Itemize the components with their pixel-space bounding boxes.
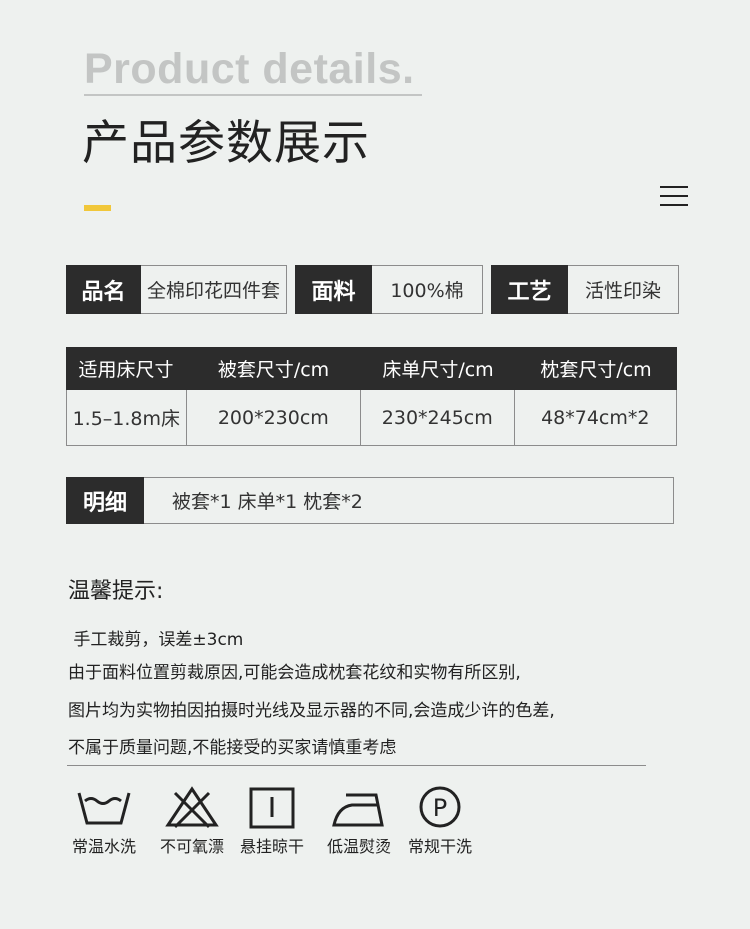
care-iron-low: 低温熨烫 [313, 785, 405, 857]
product-details-heading: Product details. [84, 45, 415, 93]
no-bleach-icon [165, 786, 219, 829]
attr-key: 面料 [295, 265, 372, 314]
table-cell: 1.5–1.8m床 [67, 390, 187, 445]
care-no-bleach: 不可氧漂 [146, 785, 238, 857]
header-cell: 床单尺寸/cm [382, 359, 494, 381]
attr-value: 活性印染 [568, 265, 679, 314]
table-row: 1.5–1.8m床 200*230cm 230*245cm 48*74cm*2 [66, 390, 677, 446]
tips-title: 温馨提示: [68, 579, 164, 604]
dry-clean-p-icon: P [419, 786, 461, 828]
size-table: 适用床尺寸 被套尺寸/cm 床单尺寸/cm 枕套尺寸/cm 1.5–1.8m床 … [66, 347, 677, 446]
accent-bar [84, 205, 111, 211]
attr-key: 品名 [66, 265, 141, 314]
detail-value: 被套*1 床单*1 枕套*2 [144, 477, 674, 524]
attr-value: 100%棉 [372, 265, 483, 314]
care-label: 低温熨烫 [326, 837, 391, 856]
tip-line: 图片均为实物拍因拍摄时光线及显示器的不同,会造成少许的色差, [68, 701, 555, 721]
care-label: 常温水洗 [71, 837, 136, 856]
table-cell: 200*230cm [187, 390, 362, 445]
detail-key: 明细 [66, 477, 144, 524]
table-cell: 48*74cm*2 [541, 406, 650, 429]
tips-divider [67, 765, 646, 766]
attr-craft: 工艺 活性印染 [491, 265, 679, 314]
care-hang-dry: 悬挂晾干 [226, 785, 318, 857]
header-cell: 被套尺寸/cm [217, 359, 330, 381]
menu-icon[interactable] [660, 184, 690, 208]
attr-product-name: 品名 全棉印花四件套 [66, 265, 287, 314]
svg-text:P: P [433, 794, 447, 822]
header-cell: 枕套尺寸/cm [540, 359, 652, 381]
hang-dry-icon [249, 787, 295, 829]
care-label: 不可氧漂 [159, 837, 224, 856]
attr-key: 工艺 [491, 265, 568, 314]
care-dry-clean: P 常规干洗 [394, 785, 486, 857]
care-label: 常规干洗 [407, 837, 472, 856]
package-detail: 明细 被套*1 床单*1 枕套*2 [66, 477, 674, 524]
tip-line: 由于面料位置剪裁原因,可能会造成枕套花纹和实物有所区别, [68, 663, 521, 683]
size-table-header: 适用床尺寸 被套尺寸/cm 床单尺寸/cm 枕套尺寸/cm [66, 347, 677, 390]
attr-fabric: 面料 100%棉 [295, 265, 483, 314]
table-cell: 230*245cm [361, 390, 515, 445]
wash-basin-icon [77, 792, 131, 825]
iron-low-icon [332, 793, 384, 827]
header-cell: 适用床尺寸 [78, 359, 174, 381]
attr-value: 全棉印花四件套 [141, 265, 287, 314]
heading-underline [84, 94, 422, 96]
product-params-title: 产品参数展示 [82, 116, 370, 171]
tip-line: 手工裁剪，误差±3cm [68, 630, 244, 650]
care-label: 悬挂晾干 [239, 837, 304, 856]
tip-line: 不属于质量问题,不能接受的买家请慎重考虑 [68, 738, 397, 758]
care-wash: 常温水洗 [58, 785, 150, 857]
